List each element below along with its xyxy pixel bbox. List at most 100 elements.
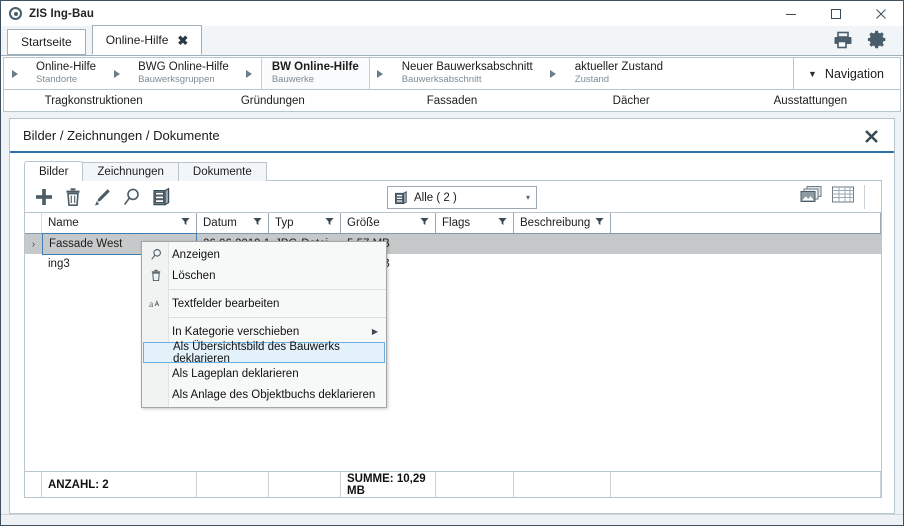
grid-view-icon[interactable] <box>831 185 855 208</box>
context-menu-item-textfelder-bearbeiten[interactable]: a Textfelder bearbeiten <box>142 293 386 314</box>
chevron-right-icon <box>370 58 392 89</box>
panel-close-icon[interactable] <box>860 125 882 147</box>
summary-datum-cell <box>197 472 269 497</box>
edit-pencil-icon[interactable] <box>92 187 112 207</box>
breadcrumb-main: BW Online-Hilfe <box>271 61 359 73</box>
column-label: Datum <box>203 217 237 229</box>
filter-funnel-icon[interactable] <box>595 217 604 229</box>
context-menu: Anzeigen Löschen a Textfelder bearbeiten <box>141 241 387 408</box>
chevron-down-icon: ▾ <box>525 193 530 202</box>
page-title: Bilder / Zeichnungen / Dokumente <box>23 127 220 143</box>
context-menu-label: Als Übersichtsbild des Bauwerks deklarie… <box>173 340 340 365</box>
breadcrumb: Online-Hilfe Standorte BWG Online-Hilfe … <box>3 57 901 90</box>
circle-app-icon <box>9 7 22 20</box>
tab-online-hilfe[interactable]: Online-Hilfe ✖ <box>91 25 203 55</box>
breadcrumb-item-bw-online-hilfe[interactable]: BW Online-Hilfe Bauwerke <box>260 58 370 89</box>
toolbar-buttons <box>25 187 171 207</box>
search-magnifier-icon[interactable] <box>122 187 142 207</box>
context-menu-label: Als Lageplan deklarieren <box>172 367 299 380</box>
context-menu-label: Als Anlage des Objektbuchs deklarieren <box>172 388 376 401</box>
column-header-flags[interactable]: Flags <box>436 213 514 233</box>
breadcrumb-item-neuer-bauwerksabschnitt[interactable]: Neuer Bauwerksabschnitt Bauwerksabschnit… <box>392 58 543 89</box>
tab-bilder[interactable]: Bilder <box>24 161 84 181</box>
toolbar-divider <box>864 185 865 209</box>
chevron-right-icon <box>4 58 26 89</box>
tab-zeichnungen[interactable]: Zeichnungen <box>82 162 179 181</box>
archive-cabinet-icon[interactable] <box>152 187 171 207</box>
breadcrumb-main: BWG Online-Hilfe <box>138 61 229 73</box>
context-menu-item-anzeigen[interactable]: Anzeigen <box>142 244 386 265</box>
delete-trash-icon[interactable] <box>64 187 82 207</box>
filter-select-value: Alle ( 2 ) <box>414 191 457 204</box>
breadcrumb-sub: Bauwerksabschnitt <box>401 74 482 85</box>
subnav-item-fassaden[interactable]: Fassaden <box>362 95 541 107</box>
breadcrumb-main: Neuer Bauwerksabschnitt <box>401 61 533 73</box>
filter-funnel-icon[interactable] <box>420 217 429 229</box>
window-controls <box>768 1 903 26</box>
cell-spacer <box>611 254 881 274</box>
filter-funnel-icon[interactable] <box>253 217 262 229</box>
context-menu-item-in-kategorie-verschieben[interactable]: In Kategorie verschieben ▶ <box>142 321 386 342</box>
cell-beschreibung <box>514 234 611 254</box>
filter-funnel-icon[interactable] <box>325 217 334 229</box>
filter-funnel-icon[interactable] <box>498 217 507 229</box>
context-menu-item-als-uebersichtsbild-deklarieren[interactable]: Als Übersichtsbild des Bauwerks deklarie… <box>143 340 385 365</box>
table-header-row: Name Datum Typ Größe Flags Beschreibung <box>25 213 881 234</box>
column-header-typ[interactable]: Typ <box>269 213 341 233</box>
column-label: Größe <box>347 217 380 229</box>
cell-spacer <box>611 234 881 254</box>
tab-close-icon[interactable]: ✖ <box>177 34 188 47</box>
header-tools <box>833 26 903 56</box>
summary-typ-cell <box>269 472 341 497</box>
filter-funnel-icon[interactable] <box>181 217 190 229</box>
context-menu-item-als-lageplan-deklarieren[interactable]: Als Lageplan deklarieren <box>142 363 386 384</box>
svg-text:a: a <box>149 299 154 310</box>
navigation-label: Navigation <box>824 66 884 81</box>
context-menu-item-als-anlage-objektbuch-deklarieren[interactable]: Als Anlage des Objektbuchs deklarieren <box>142 384 386 405</box>
panel-header: Bilder / Zeichnungen / Dokumente <box>10 119 894 153</box>
tab-startseite[interactable]: Startseite <box>7 29 86 55</box>
column-header-name[interactable]: Name <box>42 213 197 233</box>
chevron-right-icon <box>239 58 261 89</box>
column-label: Typ <box>275 217 294 229</box>
subnav-item-daecher[interactable]: Dächer <box>542 95 721 107</box>
filter-select[interactable]: Alle ( 2 ) ▾ <box>387 186 537 209</box>
summary-sum: SUMME: 10,29 MB <box>341 472 436 497</box>
breadcrumb-item-bwg-online-hilfe[interactable]: BWG Online-Hilfe Bauwerksgruppen <box>128 58 239 89</box>
inner-tab-label: Zeichnungen <box>97 166 164 178</box>
subnav-item-ausstattungen[interactable]: Ausstattungen <box>721 95 900 107</box>
column-header-beschreibung[interactable]: Beschreibung <box>514 213 611 233</box>
column-label: Name <box>48 217 79 229</box>
settings-gear-icon[interactable] <box>867 29 888 53</box>
navigation-button[interactable]: ▼ Navigation <box>793 58 900 89</box>
thumbnail-view-icon[interactable] <box>799 185 824 208</box>
print-icon[interactable] <box>833 31 853 52</box>
minimize-icon[interactable] <box>768 1 813 26</box>
tab-label: Online-Hilfe <box>105 33 169 47</box>
search-magnifier-icon <box>147 244 165 265</box>
subnav-item-gruendungen[interactable]: Gründungen <box>183 95 362 107</box>
breadcrumb-sub: Standorte <box>36 74 78 85</box>
context-menu-label: Löschen <box>172 269 216 282</box>
breadcrumb-item-aktueller-zustand[interactable]: aktueller Zustand Zustand <box>565 58 673 89</box>
archive-cabinet-icon <box>394 190 408 206</box>
title-bar: ZIS Ing-Bau <box>1 1 903 26</box>
subnav-item-tragkonstruktionen[interactable]: Tragkonstruktionen <box>4 95 183 107</box>
cell-flags <box>436 254 514 274</box>
row-indicator <box>25 254 42 274</box>
view-mode-buttons <box>799 185 855 208</box>
column-header-datum[interactable]: Datum <box>197 213 269 233</box>
context-menu-item-loeschen[interactable]: Löschen <box>142 265 386 286</box>
breadcrumb-item-online-hilfe[interactable]: Online-Hilfe Standorte <box>26 58 106 89</box>
close-icon[interactable] <box>858 1 903 26</box>
maximize-icon[interactable] <box>813 1 858 26</box>
column-header-groesse[interactable]: Größe <box>341 213 436 233</box>
breadcrumb-main: aktueller Zustand <box>574 61 663 73</box>
tab-label: Startseite <box>21 35 72 49</box>
cell-flags <box>436 234 514 254</box>
add-icon[interactable] <box>34 187 54 207</box>
summary-count: ANZAHL: 2 <box>42 472 197 497</box>
tab-dokumente[interactable]: Dokumente <box>177 162 267 181</box>
title-bar-left: ZIS Ing-Bau <box>1 7 94 20</box>
delete-trash-icon <box>147 265 165 286</box>
